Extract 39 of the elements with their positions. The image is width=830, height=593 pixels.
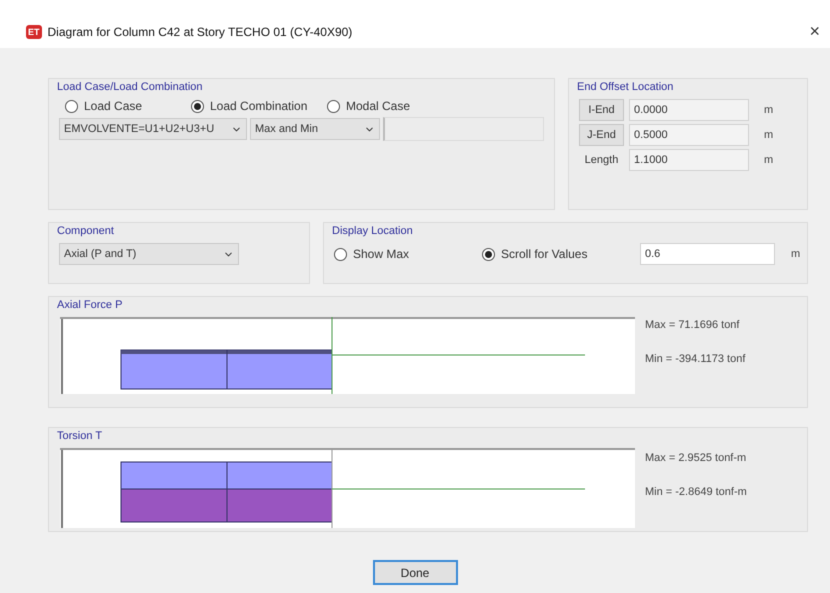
radio-option[interactable]: Load Case — [65, 99, 183, 113]
radio-button[interactable] — [334, 248, 347, 260]
group-title: Load Case/Load Combination — [57, 81, 203, 93]
input-field[interactable] — [383, 117, 544, 141]
group-title: Display Location — [332, 225, 413, 237]
unit-label: m — [764, 154, 774, 166]
close-button[interactable]: × — [809, 21, 820, 42]
unit-label: m — [764, 129, 774, 141]
radio-button[interactable] — [482, 248, 495, 260]
radio-button[interactable] — [327, 100, 340, 112]
radio-option[interactable]: Show Max — [334, 247, 474, 261]
app-icon: ET — [26, 24, 42, 38]
unit-label: m — [764, 104, 774, 116]
radio-option[interactable]: Modal Case — [327, 99, 447, 113]
input-field[interactable]: 1.1000 — [629, 149, 749, 171]
type-dropdown[interactable]: Max and Min — [250, 118, 380, 140]
field-label: Length — [584, 154, 620, 166]
group-title: Torsion T — [57, 430, 102, 442]
radio-option[interactable]: Scroll for Values — [482, 247, 632, 261]
input-field[interactable]: 0.5000 — [629, 124, 749, 146]
max-value: Max = 2.9525 tonf-m — [645, 452, 747, 464]
max-value: Max = 71.1696 tonf — [645, 319, 740, 331]
component-dropdown[interactable]: Axial (P and T) — [59, 243, 239, 265]
window-title: Diagram for Column C42 at Story TECHO 01 (CY-40X90) — [48, 24, 354, 38]
group-title: Axial Force P — [57, 299, 122, 311]
done-button[interactable]: Done — [372, 560, 458, 585]
radio-button[interactable] — [191, 100, 204, 112]
radio-button[interactable] — [65, 100, 78, 112]
radio-option[interactable]: Load Combination — [191, 99, 319, 113]
combination-dropdown[interactable]: EMVOLVENTE=U1+U2+U3+U — [59, 118, 247, 140]
location-field[interactable]: 0.6 — [640, 243, 775, 265]
group-title: End Offset Location — [577, 81, 674, 93]
end-button[interactable]: J-End — [579, 124, 624, 146]
end-button[interactable]: I-End — [579, 99, 624, 121]
min-value: Min = -2.8649 tonf-m — [645, 486, 747, 498]
min-value: Min = -394.1173 tonf — [645, 353, 746, 365]
group-title: Component — [57, 225, 114, 237]
unit-label: m — [791, 248, 800, 260]
input-field[interactable]: 0.0000 — [629, 99, 749, 121]
